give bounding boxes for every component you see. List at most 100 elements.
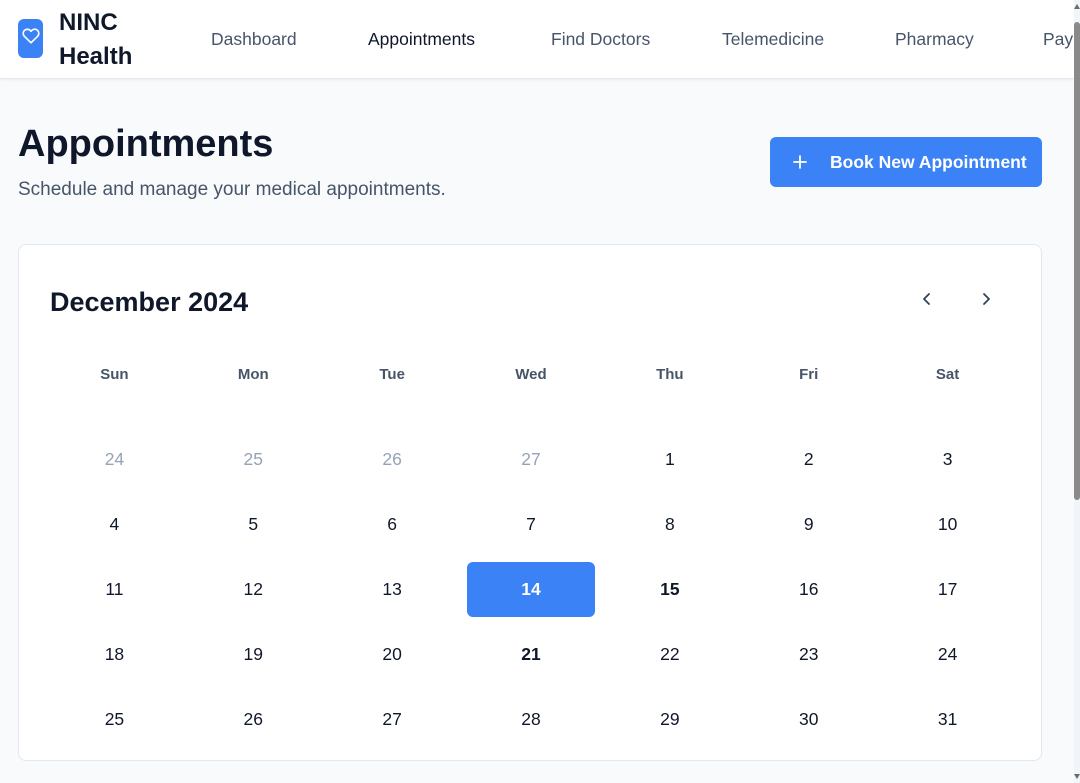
calendar-day[interactable]: 5 xyxy=(184,492,323,557)
calendar-day-number: 4 xyxy=(109,514,120,534)
chevron-right-icon xyxy=(980,292,992,311)
page-subtitle: Schedule and manage your medical appoint… xyxy=(18,179,446,200)
calendar-day[interactable]: 21 xyxy=(462,622,601,687)
calendar-day[interactable]: 23 xyxy=(739,622,878,687)
calendar-day-number: 23 xyxy=(798,644,819,664)
calendar-week-row: 25 26 27 28 29 30 31 xyxy=(45,687,1017,752)
book-new-appointment-button[interactable]: Book New Appointment xyxy=(770,137,1042,187)
calendar-day-number: 16 xyxy=(798,579,819,599)
calendar-day-number: 2 xyxy=(803,449,814,469)
heart-icon xyxy=(21,27,40,50)
scrollbar[interactable] xyxy=(1074,0,1080,783)
weekday-wed: Wed xyxy=(515,366,547,383)
calendar-day-number: 30 xyxy=(798,709,819,729)
calendar-day[interactable]: 13 xyxy=(323,557,462,622)
calendar-day[interactable]: 25 xyxy=(184,427,323,492)
calendar-day[interactable]: 1 xyxy=(600,427,739,492)
nav-dashboard[interactable]: Dashboard xyxy=(211,0,297,78)
book-button-label: Book New Appointment xyxy=(830,152,1027,172)
calendar-day[interactable]: 9 xyxy=(739,492,878,557)
calendar-day[interactable]: 18 xyxy=(45,622,184,687)
weekday-mon: Mon xyxy=(237,366,269,383)
calendar-day[interactable]: 11 xyxy=(45,557,184,622)
calendar-card: December 2024 Sun Mon Tue Wed Thu Fri Sa… xyxy=(18,244,1042,761)
calendar-day[interactable]: 26 xyxy=(184,687,323,752)
calendar-week-row: 24 25 26 27 1 2 3 xyxy=(45,427,1017,492)
calendar-day-number: 7 xyxy=(526,514,536,534)
calendar-day-number: 25 xyxy=(104,709,125,729)
calendar-day-number: 31 xyxy=(937,709,958,729)
calendar-day[interactable]: 8 xyxy=(600,492,739,557)
calendar-day[interactable]: 29 xyxy=(600,687,739,752)
calendar-day[interactable]: 24 xyxy=(878,622,1017,687)
nav-telemedicine[interactable]: Telemedicine xyxy=(722,0,824,78)
scroll-up-arrow[interactable] xyxy=(1074,4,1080,9)
top-nav-bar: NINC Health Dashboard Appointments Find … xyxy=(0,0,1074,79)
calendar-day[interactable]: 19 xyxy=(184,622,323,687)
calendar-week-row: 11 12 13 14 15 16 17 xyxy=(45,557,1017,622)
calendar-day[interactable]: 10 xyxy=(878,492,1017,557)
calendar-day-number: 21 xyxy=(521,644,541,664)
nav-payments[interactable]: Payments xyxy=(1043,0,1074,78)
calendar-day-number: 19 xyxy=(243,644,264,664)
calendar-day[interactable]: 17 xyxy=(878,557,1017,622)
calendar-day-number: 15 xyxy=(660,579,680,599)
calendar-day[interactable]: 2 xyxy=(739,427,878,492)
calendar-day[interactable]: 27 xyxy=(462,427,601,492)
calendar-day[interactable]: 26 xyxy=(323,427,462,492)
calendar-day-number: 5 xyxy=(248,514,259,534)
calendar-grid: Sun Mon Tue Wed Thu Fri Sat 24 25 26 27 1 2 3 4… xyxy=(45,359,1017,752)
calendar-day[interactable]: 4 xyxy=(45,492,184,557)
scroll-thumb[interactable] xyxy=(1074,22,1080,500)
nav-find-doctors[interactable]: Find Doctors xyxy=(551,0,650,78)
calendar-day[interactable]: 24 xyxy=(45,427,184,492)
calendar-week-row: 4 5 6 7 8 9 10 xyxy=(45,492,1017,557)
calendar-day[interactable]: 3 xyxy=(878,427,1017,492)
calendar-day-number: 20 xyxy=(382,644,402,664)
calendar-day[interactable]: 28 xyxy=(462,687,601,752)
calendar-day-number: 3 xyxy=(942,449,953,469)
calendar-day[interactable]: 30 xyxy=(739,687,878,752)
calendar-day-number: 13 xyxy=(382,579,402,599)
calendar-day[interactable]: 27 xyxy=(323,687,462,752)
calendar-day-number: 11 xyxy=(105,579,124,599)
calendar-day-number: 9 xyxy=(803,514,814,534)
calendar-day-number: 1 xyxy=(664,449,675,469)
calendar-day[interactable]: 6 xyxy=(323,492,462,557)
weekday-sat: Sat xyxy=(935,366,960,383)
calendar-day-number: 14 xyxy=(467,562,595,617)
calendar-day-selected[interactable]: 14 xyxy=(462,557,601,622)
calendar-day[interactable]: 20 xyxy=(323,622,462,687)
calendar-day-number: 25 xyxy=(243,449,264,469)
weekday-header-row: Sun Mon Tue Wed Thu Fri Sat xyxy=(45,359,1017,391)
calendar-day[interactable]: 12 xyxy=(184,557,323,622)
calendar-day[interactable]: 7 xyxy=(462,492,601,557)
calendar-day-number: 27 xyxy=(382,709,402,729)
nav-appointments[interactable]: Appointments xyxy=(368,0,475,78)
calendar-day-number: 29 xyxy=(660,709,680,729)
brand-name[interactable]: NINC Health xyxy=(59,6,169,74)
calendar-day[interactable]: 22 xyxy=(600,622,739,687)
calendar-month-title: December 2024 xyxy=(50,287,249,317)
calendar-day-number: 27 xyxy=(521,449,541,469)
logo-badge[interactable] xyxy=(18,19,43,58)
calendar-weeks: 24 25 26 27 1 2 3 4 5 6 7 8 9 10 11 12 13 14 15 16 17 18 19 20 2… xyxy=(45,427,1017,752)
calendar-day-number: 18 xyxy=(104,644,125,664)
nav-pharmacy[interactable]: Pharmacy xyxy=(895,0,974,78)
weekday-tue: Tue xyxy=(379,366,405,383)
prev-month-button[interactable] xyxy=(915,289,939,313)
calendar-day[interactable]: 25 xyxy=(45,687,184,752)
calendar-day-number: 24 xyxy=(104,449,125,469)
calendar-day[interactable]: 15 xyxy=(600,557,739,622)
plus-icon xyxy=(792,154,808,175)
scroll-down-arrow[interactable] xyxy=(1074,774,1080,779)
next-month-button[interactable] xyxy=(974,289,998,313)
chevron-left-icon xyxy=(921,292,933,311)
calendar-day-number: 6 xyxy=(387,514,397,534)
calendar-day[interactable]: 31 xyxy=(878,687,1017,752)
calendar-day-number: 8 xyxy=(664,514,675,534)
calendar-day[interactable]: 16 xyxy=(739,557,878,622)
calendar-day-number: 22 xyxy=(660,644,680,664)
weekday-fri: Fri xyxy=(799,366,819,383)
calendar-day-number: 10 xyxy=(937,514,958,534)
